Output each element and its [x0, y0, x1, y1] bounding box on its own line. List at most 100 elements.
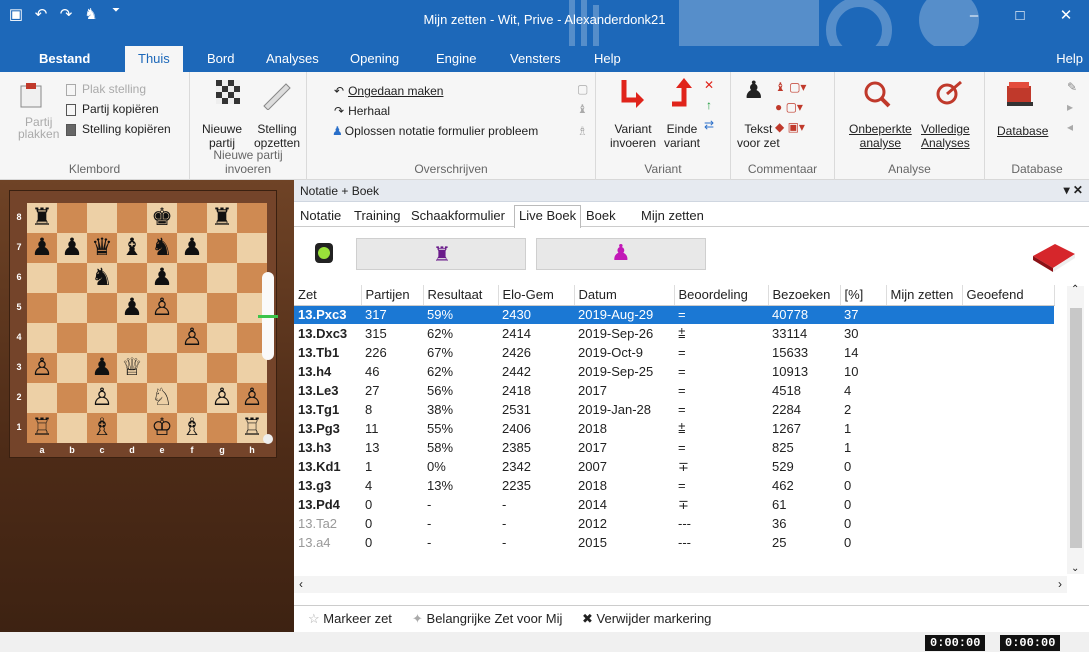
annotation-icon-2[interactable]: ● ▢▾ — [775, 100, 803, 114]
scroll-right-icon[interactable]: › — [1058, 577, 1062, 591]
black-book-box[interactable]: ♟ — [536, 238, 706, 270]
column-header[interactable]: Partijen — [361, 285, 424, 306]
tab-live-boek[interactable]: Live Boek — [514, 205, 582, 228]
table-row[interactable]: 13.Pg3 11 55% 2406 2018 ⩲ 1267 1 — [294, 419, 1054, 438]
tab-notatie[interactable]: Notatie — [300, 208, 341, 223]
square-b4[interactable] — [57, 323, 87, 353]
column-header[interactable]: Zet — [294, 285, 362, 306]
horizontal-scrollbar[interactable]: ‹ › — [294, 576, 1067, 593]
tekst-voor-zet-button[interactable]: Tekst voor zet — [737, 122, 780, 150]
table-row[interactable]: 13.Pxc3 317 59% 2430 2019-Aug-29 = 40778 37 — [294, 305, 1054, 324]
square-f2[interactable] — [177, 383, 207, 413]
square-f6[interactable] — [177, 263, 207, 293]
white-book-box[interactable]: ♜ — [356, 238, 526, 270]
square-c3[interactable]: ♟ — [87, 353, 117, 383]
column-header[interactable]: Elo-Gem — [498, 285, 575, 306]
tab-engine[interactable]: Engine — [436, 51, 476, 66]
database-button[interactable]: Database — [997, 124, 1048, 138]
chess-board[interactable]: ♜ ♚ ♜ ♟ ♟ ♛ ♝ ♞ ♟ ♞ ♟ ♟ ♙ ♙ ♙ ♟ ♕ ♙ ♘ ♙ ♙ ♖ ♗ ♔ ♗ ♖ 87654321 abcd… — [9, 190, 277, 458]
square-d5[interactable]: ♟ — [117, 293, 147, 323]
panel-close-button[interactable]: ▾ ✕ — [1064, 183, 1083, 197]
ongedaan-maken-button[interactable]: ↶ Ongedaan maken — [334, 84, 443, 98]
tab-mijn-zetten[interactable]: Mijn zetten — [641, 208, 704, 223]
column-header[interactable]: Geoefend — [962, 285, 1055, 306]
square-g3[interactable] — [207, 353, 237, 383]
square-b6[interactable] — [57, 263, 87, 293]
oplossen-button[interactable]: ♟ Oplossen notatie formulier probleem — [332, 124, 538, 138]
square-d6[interactable] — [117, 263, 147, 293]
status-light-icon[interactable] — [314, 242, 334, 264]
table-row[interactable]: 13.Le3 27 56% 2418 2017 = 4518 4 — [294, 381, 1054, 400]
tab-schaakformulier[interactable]: Schaakformulier — [411, 208, 505, 223]
tab-analyses[interactable]: Analyses — [266, 51, 319, 66]
square-e6[interactable]: ♟ — [147, 263, 177, 293]
board-squares[interactable]: ♜ ♚ ♜ ♟ ♟ ♛ ♝ ♞ ♟ ♞ ♟ ♟ ♙ ♙ ♙ ♟ ♕ ♙ ♘ ♙ ♙ ♖ ♗ ♔ ♗ ♖ — [27, 203, 267, 443]
square-d4[interactable] — [117, 323, 147, 353]
column-header[interactable]: Bezoeken — [768, 285, 841, 306]
stelling-kopieren-button[interactable]: Stelling kopiëren — [66, 122, 171, 136]
variant-invoeren-button[interactable]: Variant invoeren — [610, 122, 656, 150]
tab-bestand[interactable]: Bestand — [39, 51, 90, 66]
help-link[interactable]: Help — [1056, 51, 1083, 66]
swap-variant-icon[interactable]: ⇄ — [704, 118, 714, 132]
nieuwe-partij-button[interactable]: Nieuwe partij — [202, 122, 242, 150]
square-e2[interactable]: ♘ — [147, 383, 177, 413]
square-b1[interactable] — [57, 413, 87, 443]
vertical-scroll-thumb[interactable] — [1070, 308, 1082, 548]
herhaal-button[interactable]: ↷ Herhaal — [334, 104, 390, 118]
square-b3[interactable] — [57, 353, 87, 383]
square-c4[interactable] — [87, 323, 117, 353]
square-b8[interactable] — [57, 203, 87, 233]
square-a4[interactable] — [27, 323, 57, 353]
db-edit-icon[interactable]: ✎ — [1067, 80, 1077, 94]
column-header[interactable]: Mijn zetten — [886, 285, 963, 306]
table-row[interactable]: 13.h4 46 62% 2442 2019-Sep-25 = 10913 10 — [294, 362, 1054, 381]
square-e5[interactable]: ♙ — [147, 293, 177, 323]
square-a7[interactable]: ♟ — [27, 233, 57, 263]
square-e4[interactable] — [147, 323, 177, 353]
tab-opening[interactable]: Opening — [350, 51, 399, 66]
square-a2[interactable] — [27, 383, 57, 413]
square-f8[interactable] — [177, 203, 207, 233]
square-c6[interactable]: ♞ — [87, 263, 117, 293]
square-d1[interactable] — [117, 413, 147, 443]
square-a6[interactable] — [27, 263, 57, 293]
column-header[interactable]: Resultaat — [423, 285, 499, 306]
tab-vensters[interactable]: Vensters — [510, 51, 561, 66]
markeer-zet-button[interactable]: ☆ Markeer zet — [308, 611, 392, 627]
plak-stelling-button[interactable]: Plak stelling — [66, 82, 146, 96]
table-row[interactable]: 13.Pd4 0 - - 2014 ∓ 61 0 — [294, 495, 1054, 514]
square-g1[interactable] — [207, 413, 237, 443]
square-g4[interactable] — [207, 323, 237, 353]
scroll-down-icon[interactable]: ⌄ — [1071, 563, 1079, 574]
square-b2[interactable] — [57, 383, 87, 413]
table-row[interactable]: 13.Tb1 226 67% 2426 2019-Oct-9 = 15633 14 — [294, 343, 1054, 362]
small-icon-3[interactable]: ♗ — [577, 124, 588, 138]
square-a5[interactable] — [27, 293, 57, 323]
table-row[interactable]: 13.Ta2 0 - - 2012 --- 36 0 — [294, 514, 1054, 533]
close-button[interactable]: ✕ — [1043, 0, 1089, 32]
partij-plakken-button[interactable]: Partij plakken — [18, 116, 59, 140]
db-back-icon[interactable]: ◂ — [1067, 120, 1073, 134]
tab-help[interactable]: Help — [594, 51, 621, 66]
square-g5[interactable] — [207, 293, 237, 323]
table-row[interactable]: 13.h3 13 58% 2385 2017 = 825 1 — [294, 438, 1054, 457]
tab-training[interactable]: Training — [354, 208, 400, 223]
square-b5[interactable] — [57, 293, 87, 323]
einde-variant-button[interactable]: Einde variant — [664, 122, 700, 150]
square-g7[interactable] — [207, 233, 237, 263]
square-e8[interactable]: ♚ — [147, 203, 177, 233]
square-e7[interactable]: ♞ — [147, 233, 177, 263]
square-d8[interactable] — [117, 203, 147, 233]
square-c1[interactable]: ♗ — [87, 413, 117, 443]
square-b7[interactable]: ♟ — [57, 233, 87, 263]
column-header[interactable]: Beoordeling — [674, 285, 769, 306]
column-header[interactable]: Datum — [574, 285, 675, 306]
volledige-analyses-button[interactable]: Volledige Analyses — [921, 122, 970, 150]
tab-boek[interactable]: Boek — [586, 208, 616, 223]
square-h2[interactable]: ♙ — [237, 383, 267, 413]
square-e3[interactable] — [147, 353, 177, 383]
small-icon-1[interactable]: ▢ — [577, 82, 588, 96]
small-icon-2[interactable]: ♝ — [577, 102, 588, 116]
square-c2[interactable]: ♙ — [87, 383, 117, 413]
